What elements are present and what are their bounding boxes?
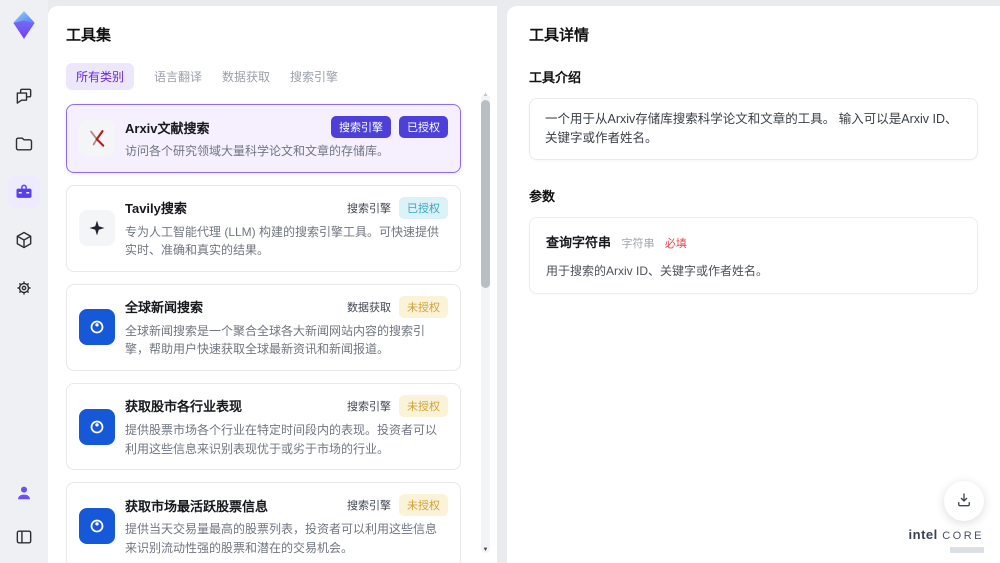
tool-list: Arxiv文献搜索 搜索引擎 已授权 访问各个研究领域大量科学论文和文章的存储库。 Ta… — [66, 104, 483, 563]
panel-toggle-icon — [14, 527, 34, 547]
tool-description: 访问各个研究领域大量科学论文和文章的存储库。 — [125, 144, 390, 158]
scrollbar[interactable]: ▲ ▼ — [481, 92, 490, 553]
core-wordmark: CORE — [942, 530, 984, 542]
sidebar-item-chat[interactable] — [8, 80, 40, 112]
sidebar-nav — [8, 80, 40, 304]
main-area: 工具集 所有类别 语言翻译 数据获取 搜索引擎 Arxiv文献搜索 搜索引擎 已授权 访问各… — [48, 0, 1000, 563]
tool-category-badge: 搜索引擎 — [347, 202, 391, 215]
tool-category-badge: 数据获取 — [347, 301, 391, 314]
tool-name: Tavily搜索 — [125, 201, 187, 217]
tool-category-badge: 搜索引擎 — [347, 400, 391, 413]
tool-description: 全球新闻搜索是一个聚合全球各大新闻网站内容的搜索引擎，帮助用户快速获取全球最新资… — [125, 323, 426, 357]
tool-card[interactable]: Arxiv文献搜索 搜索引擎 已授权 访问各个研究领域大量科学论文和文章的存储库。 — [66, 104, 461, 173]
app-window: 工具集 所有类别 语言翻译 数据获取 搜索引擎 Arxiv文献搜索 搜索引擎 已授权 访问各… — [0, 0, 1000, 563]
tool-name: 获取市场最活跃股票信息 — [125, 498, 269, 514]
tool-card[interactable]: 全球新闻搜索 数据获取 未授权全球新闻搜索是一个聚合全球各大新闻网站内容的搜索引擎，… — [66, 283, 461, 371]
param-card: 查询字符串 字符串 必填 用于搜索的Arxiv ID、关键字或作者姓名。 — [529, 216, 978, 294]
category-tab[interactable]: 搜索引擎 — [290, 63, 338, 90]
param-type: 字符串 — [621, 237, 655, 250]
chat-icon — [14, 86, 34, 106]
tool-status-badge: 未授权 — [399, 494, 448, 517]
category-tab[interactable]: 所有类别 — [66, 63, 135, 90]
sidebar-item-panel-toggle[interactable] — [8, 521, 40, 553]
params-heading: 参数 — [529, 188, 556, 204]
ring-icon — [79, 507, 115, 544]
tool-detail-panel: 工具详情 工具介绍 一个用于从Arxiv存储库搜索科学论文和文章的工具。 输入可… — [507, 6, 1000, 563]
tool-card[interactable]: Tavily搜索 搜索引擎 已授权专为人工智能代理 (LLM) 构建的搜索引擎工具。… — [66, 184, 461, 272]
ring-icon — [79, 309, 115, 346]
ring-icon — [79, 408, 115, 445]
tool-name: 获取股市各行业表现 — [125, 399, 243, 415]
app-sidebar — [0, 0, 48, 563]
category-tab[interactable]: 语言翻译 — [154, 63, 202, 90]
tool-description: 提供当天交易量最高的股票列表，投资者可以利用这些信息来识别流动性强的股票和潜在的… — [125, 522, 438, 555]
app-logo-icon — [9, 10, 39, 40]
tool-category-badge: 搜索引擎 — [347, 500, 391, 513]
intel-wordmark: intel — [908, 527, 938, 542]
param-name: 查询字符串 — [546, 234, 612, 250]
tool-name: 全球新闻搜索 — [125, 300, 204, 316]
tool-description: 专为人工智能代理 (LLM) 构建的搜索引擎工具。可快速提供实时、准确和真实的结… — [125, 224, 440, 258]
tool-status-badge: 未授权 — [399, 295, 448, 318]
tool-category-badge: 搜索引擎 — [331, 116, 391, 138]
tool-status-badge: 未授权 — [399, 394, 448, 417]
toolset-panel: 工具集 所有类别 语言翻译 数据获取 搜索引擎 Arxiv文献搜索 搜索引擎 已授权 访问各… — [48, 6, 497, 563]
scrollbar-up-arrow-icon[interactable]: ▲ — [481, 92, 490, 98]
param-required-badge: 必填 — [664, 237, 687, 250]
sidebar-item-settings[interactable] — [8, 272, 40, 304]
folder-icon — [14, 134, 34, 154]
tool-card[interactable]: 获取股市各行业表现 搜索引擎 未授权提供股票市场各个行业在特定时间段内的表现。投资者… — [66, 382, 461, 471]
tool-name: Arxiv文献搜索 — [125, 120, 210, 136]
sidebar-item-account[interactable] — [8, 477, 40, 509]
tool-status-badge: 已授权 — [399, 196, 448, 219]
intel-core-logo: intel CORE — [909, 526, 984, 553]
sidebar-item-models[interactable] — [8, 224, 40, 256]
arxiv-icon — [79, 120, 115, 157]
tavily-icon — [79, 210, 115, 247]
scrollbar-down-arrow-icon[interactable]: ▼ — [481, 547, 490, 553]
tool-status-badge: 已授权 — [399, 116, 448, 138]
sidebar-bottom — [8, 477, 40, 553]
tool-description: 提供股票市场各个行业在特定时间段内的表现。投资者可以利用这些信息来识别表现优于或… — [125, 422, 438, 456]
briefcase-icon — [14, 182, 34, 202]
tool-card[interactable]: 获取市场最活跃股票信息 搜索引擎 未授权提供当天交易量最高的股票列表，投资者可以利用… — [66, 482, 461, 563]
download-button[interactable] — [944, 481, 984, 521]
page-title: 工具集 — [66, 27, 112, 44]
download-icon — [955, 491, 973, 512]
user-icon — [14, 483, 34, 503]
tool-intro-box: 一个用于从Arxiv存储库搜索科学论文和文章的工具。 输入可以是Arxiv ID… — [529, 98, 978, 160]
scrollbar-thumb[interactable] — [481, 100, 490, 288]
gear-icon — [14, 278, 34, 298]
param-description: 用于搜索的Arxiv ID、关键字或作者姓名。 — [546, 263, 769, 278]
detail-title: 工具详情 — [529, 27, 590, 44]
category-tab[interactable]: 数据获取 — [222, 63, 270, 90]
category-tabs: 所有类别 语言翻译 数据获取 搜索引擎 — [66, 63, 483, 90]
sidebar-item-tools[interactable] — [8, 176, 40, 208]
cube-icon — [14, 230, 34, 250]
intro-heading: 工具介绍 — [529, 70, 582, 85]
param-header: 查询字符串 字符串 必填 — [546, 232, 961, 252]
sidebar-item-files[interactable] — [8, 128, 40, 160]
intel-sub-badge — [950, 547, 984, 553]
